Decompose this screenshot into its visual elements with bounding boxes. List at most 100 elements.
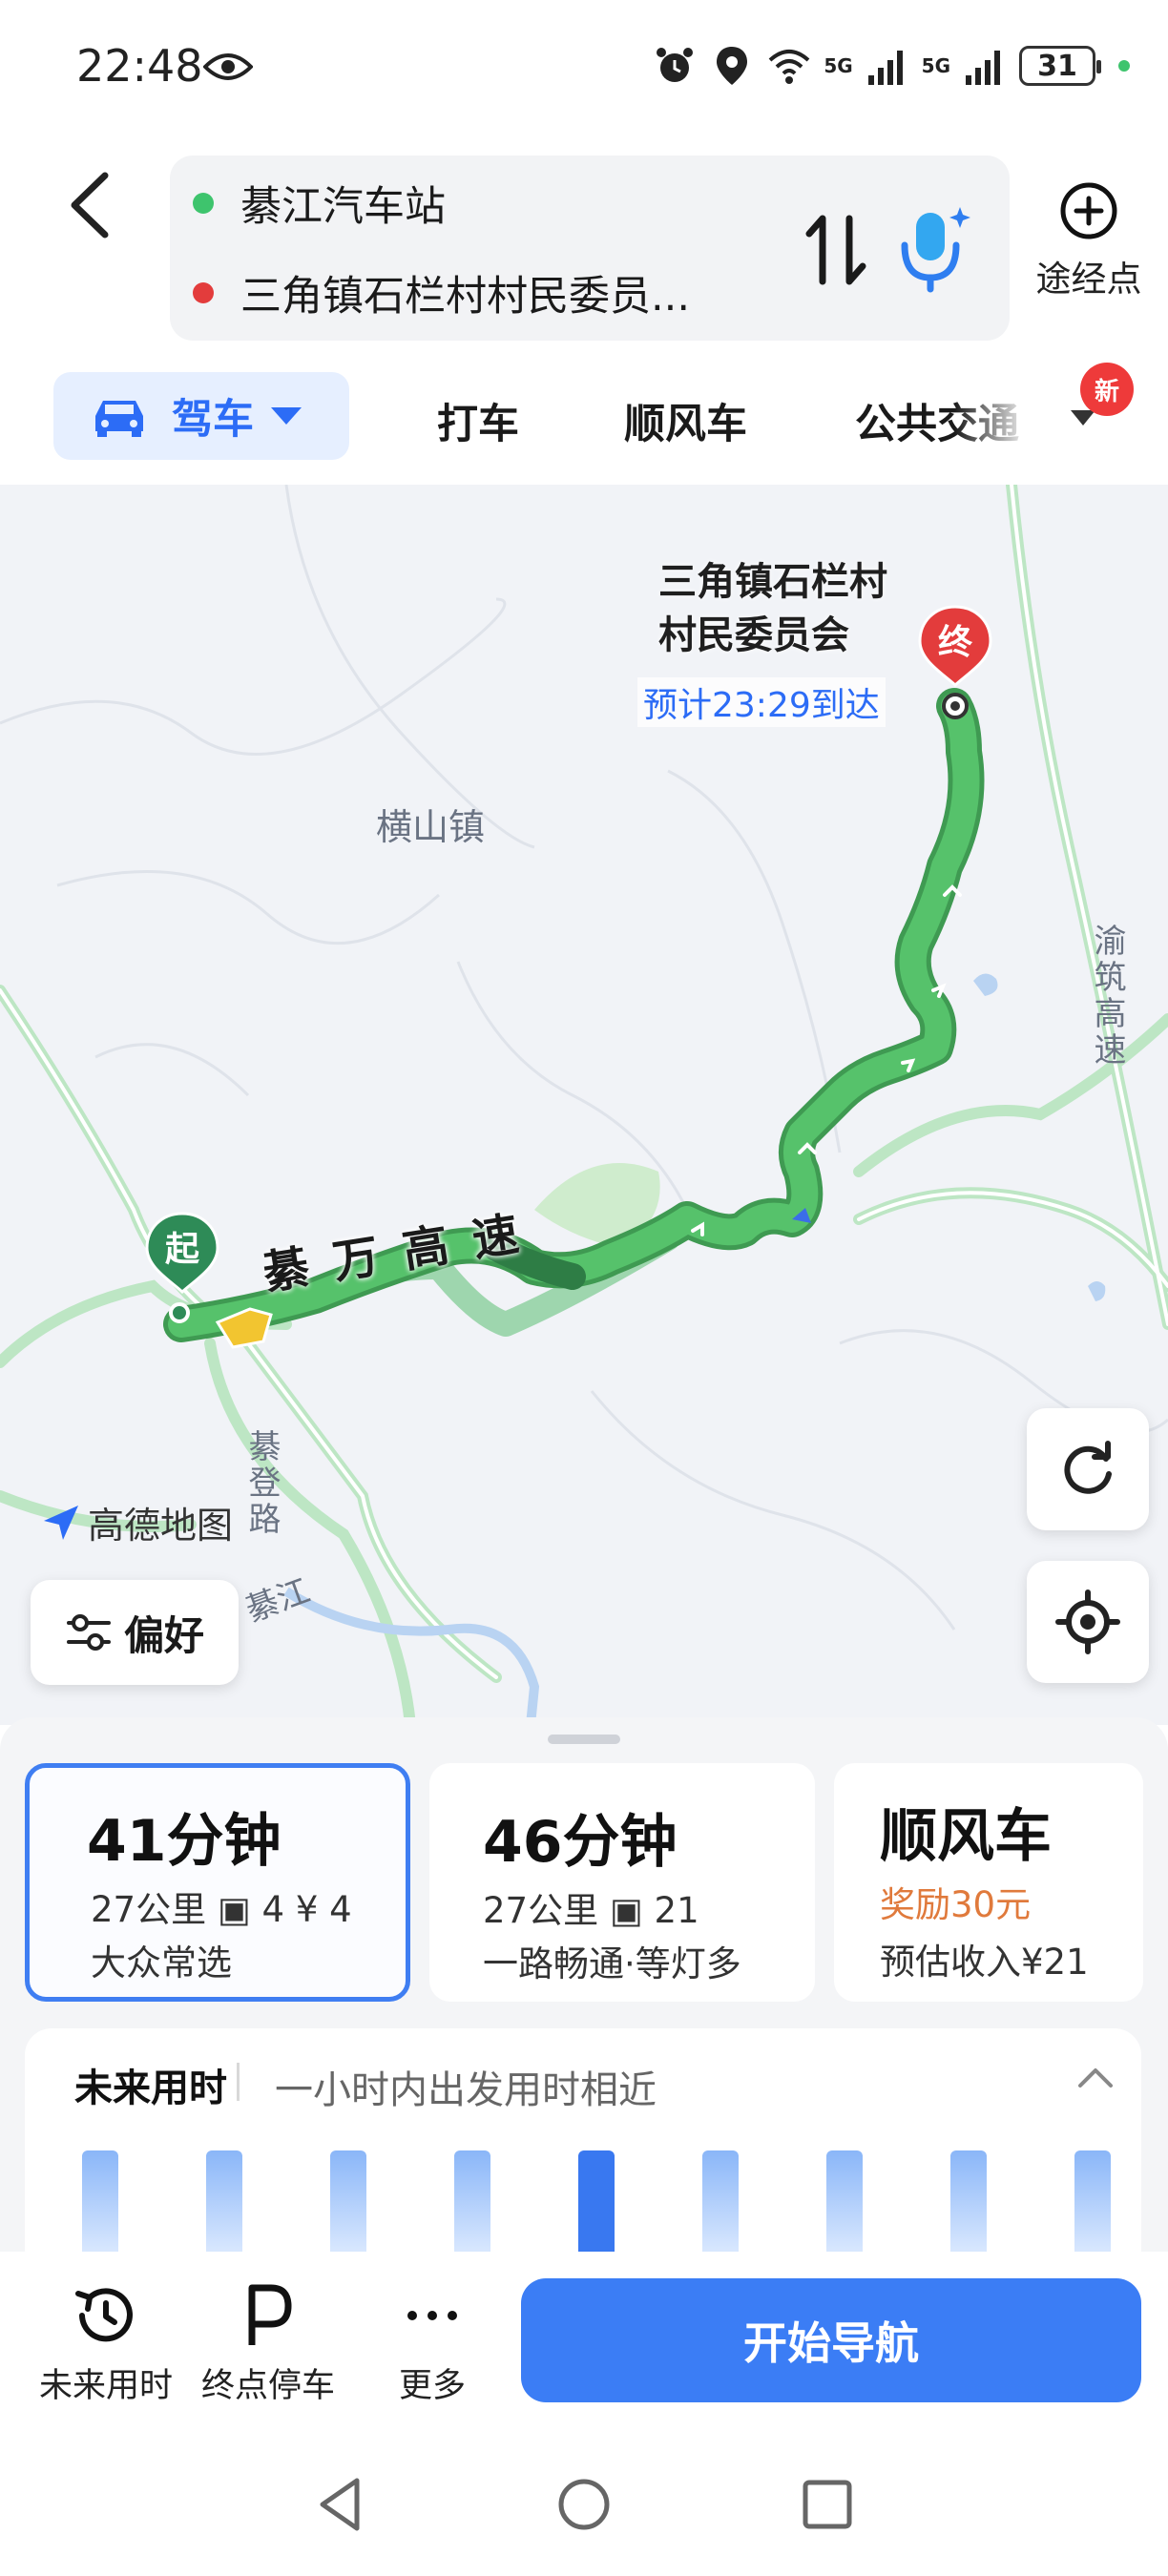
filter-sliders-icon	[66, 1614, 111, 1651]
tab-drive-label: 驾车	[172, 396, 254, 444]
back-triangle-icon[interactable]	[307, 2471, 374, 2538]
eye-icon	[203, 53, 253, 80]
town-label: 横山镇	[376, 806, 486, 848]
privacy-dot	[1118, 60, 1130, 72]
expressway-label: 渝筑高速	[1088, 924, 1126, 1069]
future-time-button[interactable]: 未来用时	[34, 2280, 177, 2407]
parking-label: 终点停车	[200, 2367, 335, 2405]
tab-fade	[954, 382, 1031, 458]
time-bar[interactable]	[206, 2150, 242, 2265]
end-pin-label: 终	[938, 623, 973, 662]
more-dots-icon	[407, 2311, 457, 2320]
route-option-tag: 大众常选	[91, 1942, 232, 1984]
time-bar[interactable]	[950, 2150, 987, 2265]
tab-drive[interactable]: 驾车	[53, 372, 349, 460]
route-option-detail: 27公里 ▣ 21	[483, 1890, 699, 1931]
battery-level: 31	[1037, 49, 1077, 83]
gaode-logo-icon	[44, 1505, 78, 1540]
route-option-detail: 27公里 ▣ 4 ¥ 4	[91, 1889, 352, 1930]
time-bar[interactable]	[454, 2150, 490, 2265]
location-icon	[717, 47, 748, 85]
status-bar: 22:48 5G 5G 31	[0, 0, 1168, 134]
carpool-reward: 奖励30元	[880, 1884, 1032, 1925]
dest-name-line1: 三角镇石栏村	[658, 560, 887, 604]
origin-field[interactable]: 綦江汽车站	[193, 175, 446, 232]
voice-mic-icon[interactable]	[893, 201, 979, 297]
time-bar[interactable]	[82, 2150, 118, 2265]
eta-label: 预计23:29到达	[637, 677, 886, 727]
brand-text: 高德地图	[88, 1505, 234, 1547]
route-option-time: 46分钟	[483, 1809, 678, 1876]
route-option-tag: 一路畅通·等灯多	[483, 1943, 741, 1984]
tab-carpool[interactable]: 顺风车	[624, 391, 747, 450]
time-bar[interactable]	[330, 2150, 366, 2265]
waypoint-label: 途经点	[1035, 259, 1142, 300]
add-waypoint-button[interactable]: 途经点	[1027, 181, 1151, 301]
time-bar[interactable]	[826, 2150, 863, 2265]
end-pin[interactable]: 终	[914, 603, 996, 723]
start-pin[interactable]: 起	[141, 1210, 223, 1324]
caret-down-icon	[271, 407, 302, 425]
chevron-up-icon[interactable]	[1074, 2061, 1116, 2095]
back-button[interactable]	[57, 162, 124, 248]
time-bar-current[interactable]	[578, 2150, 615, 2265]
recents-square-icon[interactable]	[794, 2471, 861, 2538]
destination-dot	[193, 282, 214, 303]
signal-icon	[966, 51, 1000, 85]
signal-icon	[867, 51, 903, 85]
home-circle-icon[interactable]	[551, 2471, 617, 2538]
carpool-income: 预估收入¥21	[880, 1942, 1089, 1983]
parking-icon	[248, 2284, 292, 2345]
parking-button[interactable]: 终点停车	[197, 2280, 340, 2407]
carpool-option-card[interactable]: 顺风车 奖励30元 预估收入¥21	[834, 1763, 1143, 2002]
destination-field[interactable]: 三角镇石栏村村民委员...	[193, 264, 690, 322]
add-circle-icon	[1060, 182, 1117, 239]
future-time-subtitle: 一小时内出发用时相近	[275, 2068, 657, 2112]
future-time-label: 未来用时	[38, 2367, 173, 2405]
locate-icon	[1055, 1589, 1120, 1654]
road-label: 綦登路	[242, 1429, 281, 1538]
route-options-sheet: 41分钟 27公里 ▣ 4 ¥ 4 大众常选 46分钟 27公里 ▣ 21 一路…	[0, 1717, 1168, 2276]
bottom-action-bar: 未来用时 终点停车 更多 开始导航	[0, 2252, 1168, 2433]
car-icon	[95, 401, 143, 437]
route-input-box: 綦江汽车站 三角镇石栏村村民委员...	[170, 156, 1010, 341]
future-time-bars	[82, 2150, 1111, 2265]
preference-label: 偏好	[123, 1611, 204, 1659]
destination-text: 三角镇石栏村村民委员...	[240, 273, 691, 321]
origin-text: 綦江汽车站	[240, 183, 446, 231]
locate-me-button[interactable]	[1027, 1561, 1149, 1683]
future-time-title: 未来用时	[74, 2067, 227, 2110]
future-time-panel[interactable]: 未来用时 一小时内出发用时相近	[25, 2028, 1141, 2276]
battery-indicator: 31	[1019, 46, 1101, 86]
time-bar[interactable]	[702, 2150, 739, 2265]
wifi-icon	[768, 50, 810, 84]
new-badge: 新	[1080, 363, 1134, 416]
refresh-icon	[1064, 1441, 1112, 1494]
more-button[interactable]: 更多	[361, 2280, 504, 2407]
status-time: 22:48	[76, 40, 203, 92]
network-label-1: 5G	[824, 54, 853, 77]
alarm-icon	[657, 48, 694, 82]
origin-dot	[193, 193, 214, 214]
refresh-route-button[interactable]	[1027, 1408, 1149, 1530]
route-map[interactable]: 起 终 三角镇石栏村 村民委员会 预计23:29到达 横山镇 渝筑高速 綦登路 …	[0, 485, 1168, 1725]
travel-mode-tabs: 驾车 打车 顺风车 公共交通 新	[0, 363, 1168, 467]
start-navigation-button[interactable]: 开始导航	[521, 2278, 1141, 2402]
route-option-time: 41分钟	[87, 1808, 282, 1875]
system-nav-bar	[0, 2433, 1168, 2576]
network-label-2: 5G	[921, 54, 950, 77]
time-bar[interactable]	[1074, 2150, 1111, 2265]
tab-taxi[interactable]: 打车	[437, 391, 519, 450]
destination-map-label: 三角镇石栏村 村民委员会	[658, 555, 887, 662]
route-option-1[interactable]: 41分钟 27公里 ▣ 4 ¥ 4 大众常选	[25, 1763, 410, 2002]
route-option-2[interactable]: 46分钟 27公里 ▣ 21 一路畅通·等灯多	[429, 1763, 815, 2002]
sheet-drag-handle[interactable]	[548, 1735, 620, 1744]
dest-name-line2: 村民委员会	[658, 613, 849, 657]
preference-button[interactable]: 偏好	[31, 1580, 239, 1685]
swap-icon[interactable]	[800, 209, 876, 291]
clock-history-icon	[75, 2288, 133, 2342]
divider	[237, 2063, 240, 2101]
carpool-title: 顺风车	[880, 1803, 1052, 1870]
map-brand-logo: 高德地图	[40, 1496, 233, 1548]
start-pin-label: 起	[165, 1230, 200, 1269]
